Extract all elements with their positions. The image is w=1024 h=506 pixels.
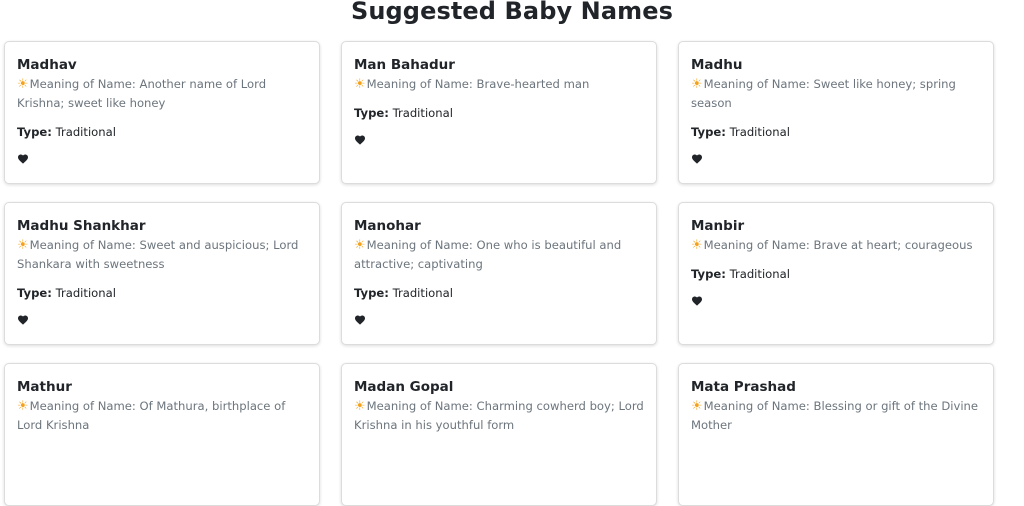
sun-icon: ☀ bbox=[17, 77, 29, 92]
card-name: Mata Prashad bbox=[691, 379, 796, 395]
sun-icon: ☀ bbox=[691, 399, 703, 414]
name-card: Madhav ☀Meaning of Name: Another name of… bbox=[4, 41, 320, 184]
name-card: Manbir ☀Meaning of Name: Brave at heart;… bbox=[678, 202, 994, 345]
card-meaning: ☀Meaning of Name: Of Mathura, birthplace… bbox=[17, 397, 307, 435]
meaning-prefix: Meaning of Name: bbox=[703, 77, 814, 91]
meaning-text: Brave-hearted man bbox=[476, 77, 590, 91]
name-card: Madhu Shankhar ☀Meaning of Name: Sweet a… bbox=[4, 202, 320, 345]
card-name: Madhu bbox=[691, 57, 743, 73]
name-card: Mathur ☀Meaning of Name: Of Mathura, bir… bbox=[4, 363, 320, 506]
card-type: Type: Traditional bbox=[354, 284, 644, 303]
meaning-prefix: Meaning of Name: bbox=[29, 238, 140, 252]
type-value: Traditional bbox=[55, 125, 116, 139]
card-name: Madan Gopal bbox=[354, 379, 454, 395]
name-card: Mata Prashad ☀Meaning of Name: Blessing … bbox=[678, 363, 994, 506]
type-value: Traditional bbox=[55, 286, 116, 300]
meaning-prefix: Meaning of Name: bbox=[366, 399, 477, 413]
name-card: Man Bahadur ☀Meaning of Name: Brave-hear… bbox=[341, 41, 657, 184]
name-card: Madhu ☀Meaning of Name: Sweet like honey… bbox=[678, 41, 994, 184]
type-value: Traditional bbox=[729, 267, 790, 281]
heart-icon[interactable] bbox=[691, 295, 703, 307]
type-label: Type: bbox=[17, 286, 52, 300]
type-label: Type: bbox=[354, 106, 389, 120]
type-label: Type: bbox=[691, 267, 726, 281]
heart-icon[interactable] bbox=[17, 314, 29, 326]
name-card: Manohar ☀Meaning of Name: One who is bea… bbox=[341, 202, 657, 345]
heart-icon[interactable] bbox=[17, 153, 29, 165]
card-meaning: ☀Meaning of Name: Sweet like honey; spri… bbox=[691, 75, 981, 113]
sun-icon: ☀ bbox=[17, 238, 29, 253]
page-title: Suggested Baby Names bbox=[350, 0, 674, 25]
type-value: Traditional bbox=[729, 125, 790, 139]
card-meaning: ☀Meaning of Name: Blessing or gift of th… bbox=[691, 397, 981, 435]
card-meaning: ☀Meaning of Name: Sweet and auspicious; … bbox=[17, 236, 307, 274]
card-name: Manbir bbox=[691, 218, 745, 234]
card-meaning: ☀Meaning of Name: Charming cowherd boy; … bbox=[354, 397, 644, 435]
heart-icon[interactable] bbox=[354, 314, 366, 326]
meaning-prefix: Meaning of Name: bbox=[366, 77, 477, 91]
meaning-prefix: Meaning of Name: bbox=[703, 399, 814, 413]
sun-icon: ☀ bbox=[691, 77, 703, 92]
sun-icon: ☀ bbox=[17, 399, 29, 414]
meaning-prefix: Meaning of Name: bbox=[29, 399, 140, 413]
meaning-prefix: Meaning of Name: bbox=[703, 238, 814, 252]
sun-icon: ☀ bbox=[354, 238, 366, 253]
heart-icon[interactable] bbox=[691, 153, 703, 165]
card-type: Type: Traditional bbox=[17, 284, 307, 303]
card-name: Man Bahadur bbox=[354, 57, 455, 73]
sun-icon: ☀ bbox=[354, 399, 366, 414]
meaning-text: Brave at heart; courageous bbox=[813, 238, 973, 252]
type-label: Type: bbox=[354, 286, 389, 300]
meaning-prefix: Meaning of Name: bbox=[366, 238, 477, 252]
card-meaning: ☀Meaning of Name: Another name of Lord K… bbox=[17, 75, 307, 113]
type-value: Traditional bbox=[392, 286, 453, 300]
card-type: Type: Traditional bbox=[17, 123, 307, 142]
sun-icon: ☀ bbox=[691, 238, 703, 253]
card-meaning: ☀Meaning of Name: Brave-hearted man bbox=[354, 75, 644, 94]
type-label: Type: bbox=[17, 125, 52, 139]
card-name: Madhu Shankhar bbox=[17, 218, 146, 234]
heart-icon[interactable] bbox=[354, 134, 366, 146]
card-type: Type: Traditional bbox=[691, 123, 981, 142]
card-type: Type: Traditional bbox=[691, 265, 981, 284]
card-name: Manohar bbox=[354, 218, 421, 234]
card-meaning: ☀Meaning of Name: One who is beautiful a… bbox=[354, 236, 644, 274]
name-card: Madan Gopal ☀Meaning of Name: Charming c… bbox=[341, 363, 657, 506]
card-name: Madhav bbox=[17, 57, 77, 73]
card-name: Mathur bbox=[17, 379, 72, 395]
card-meaning: ☀Meaning of Name: Brave at heart; courag… bbox=[691, 236, 981, 255]
meaning-prefix: Meaning of Name: bbox=[29, 77, 140, 91]
sun-icon: ☀ bbox=[354, 77, 366, 92]
type-value: Traditional bbox=[392, 106, 453, 120]
card-type: Type: Traditional bbox=[354, 104, 644, 123]
type-label: Type: bbox=[691, 125, 726, 139]
